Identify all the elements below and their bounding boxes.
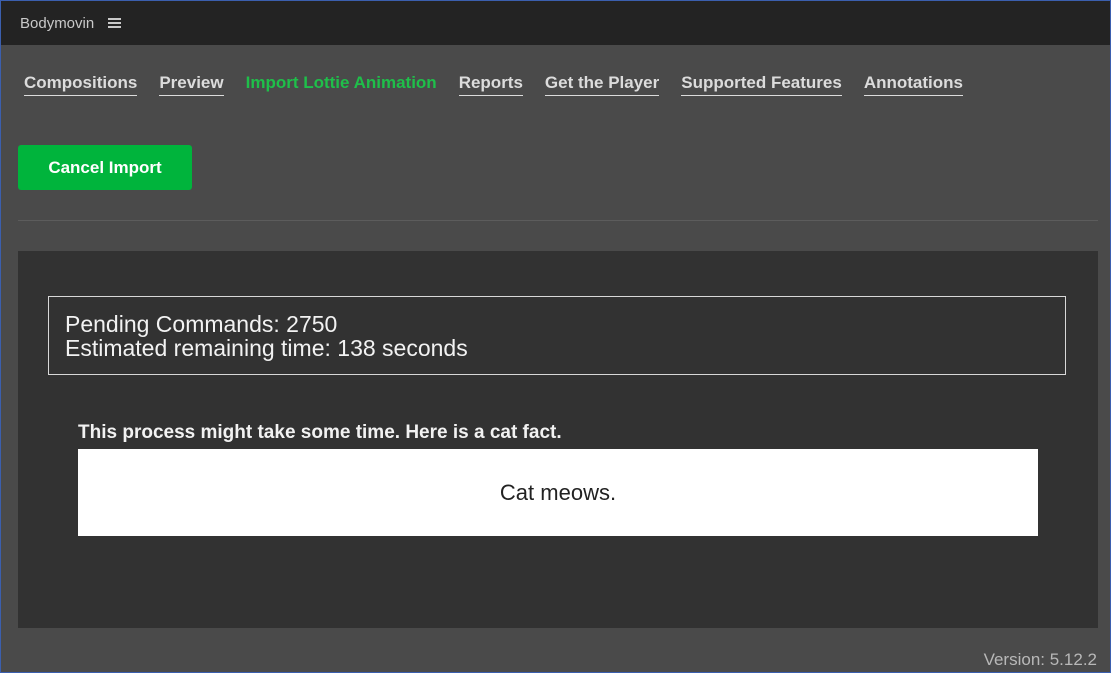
main-nav: Compositions Preview Import Lottie Anima… <box>24 73 985 96</box>
cat-fact-text: Cat meows. <box>499 479 617 505</box>
nav-compositions[interactable]: Compositions <box>24 73 138 96</box>
estimated-remaining-time: Estimated remaining time: 138 seconds <box>65 335 468 361</box>
nav-supported-features[interactable]: Supported Features <box>681 73 842 96</box>
nav-annotations[interactable]: Annotations <box>863 73 963 96</box>
nav-reports[interactable]: Reports <box>458 73 523 96</box>
nav-preview[interactable]: Preview <box>159 73 224 96</box>
cat-fact-heading: This process might take some time. Here … <box>78 422 562 443</box>
import-progress-panel: Pending Commands: 2750 Estimated remaini… <box>18 251 1098 628</box>
status-box: Pending Commands: 2750 Estimated remaini… <box>48 296 1066 375</box>
app-title: Bodymovin <box>20 14 95 32</box>
app-window: Bodymovin Compositions Preview Import Lo… <box>0 0 1111 673</box>
nav-import-lottie-animation[interactable]: Import Lottie Animation <box>246 73 437 96</box>
cat-fact-box: Cat meows. <box>78 449 1038 536</box>
version-label: Version: 5.12.2 <box>983 650 1097 669</box>
nav-get-the-player[interactable]: Get the Player <box>544 73 660 96</box>
divider <box>18 220 1098 221</box>
pending-commands: Pending Commands: 2750 <box>65 311 338 337</box>
title-bar: Bodymovin <box>1 1 1110 45</box>
hamburger-menu-icon[interactable] <box>108 18 122 28</box>
cancel-import-button[interactable]: Cancel Import <box>18 145 192 190</box>
